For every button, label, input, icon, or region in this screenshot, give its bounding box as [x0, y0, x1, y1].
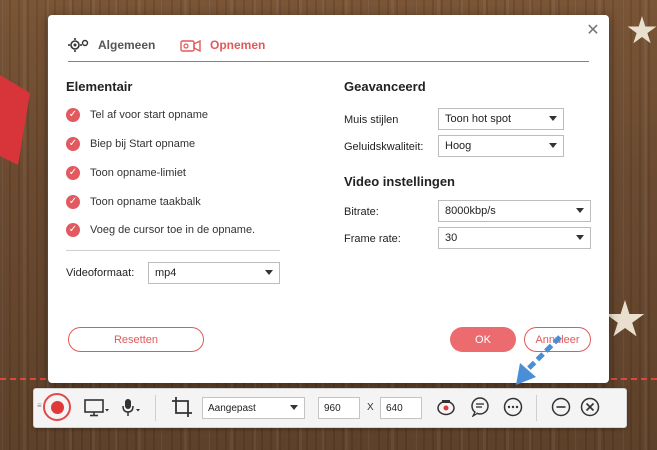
- audio-source-button[interactable]: [120, 398, 142, 423]
- option-beep[interactable]: ✓ Biep bij Start opname: [66, 137, 195, 151]
- option-include-cursor[interactable]: ✓ Voeg de cursor toe in de opname.: [66, 223, 255, 237]
- option-label: Voeg de cursor toe in de opname.: [90, 224, 256, 236]
- checkmark-icon[interactable]: ✓: [66, 223, 80, 237]
- dropdown-arrow-icon: [576, 235, 584, 240]
- divider: [66, 250, 280, 251]
- option-label: Tel af voor start opname: [90, 109, 209, 121]
- video-format-value: mp4: [155, 267, 177, 279]
- sound-quality-label: Geluidskwaliteit:: [344, 141, 424, 153]
- minimize-button[interactable]: [551, 397, 571, 422]
- tab-record-label: Opnemen: [210, 38, 266, 52]
- width-input[interactable]: 960: [318, 397, 360, 419]
- checkmark-icon[interactable]: ✓: [66, 108, 80, 122]
- dropdown-arrow-icon: [549, 116, 557, 121]
- settings-dialog: ✕ Algemeen Opnemen Elementair ✓ Tel af v…: [48, 15, 609, 383]
- bitrate-value: 8000kbp/s: [445, 205, 496, 217]
- tab-general[interactable]: Algemeen: [68, 37, 155, 53]
- size-preset-value: Aangepast: [208, 402, 256, 414]
- close-toolbar-button[interactable]: [580, 397, 600, 422]
- crop-button[interactable]: [171, 396, 193, 423]
- more-options-button[interactable]: [503, 397, 523, 422]
- size-preset-select[interactable]: Aangepast: [202, 397, 305, 419]
- dropdown-arrow-icon: [576, 208, 584, 213]
- crop-icon: [172, 397, 192, 417]
- speech-bubble-icon: [471, 397, 489, 418]
- option-countdown[interactable]: ✓ Tel af voor start opname: [66, 108, 208, 122]
- mouse-style-select[interactable]: Toon hot spot: [438, 108, 564, 130]
- webcam-button[interactable]: [436, 398, 456, 421]
- framerate-value: 30: [445, 232, 458, 244]
- reset-button[interactable]: Resetten: [68, 327, 204, 352]
- tab-record[interactable]: Opnemen: [180, 37, 265, 53]
- option-record-taskbar[interactable]: ✓ Toon opname taakbalk: [66, 195, 201, 209]
- advanced-section-title: Geavanceerd: [344, 79, 426, 94]
- dropdown-arrow-icon: [265, 270, 273, 275]
- record-dot-icon: [50, 400, 64, 414]
- height-input[interactable]: 640: [380, 397, 422, 419]
- mouse-style-value: Toon hot spot: [445, 113, 512, 125]
- framerate-label: Frame rate:: [344, 233, 401, 245]
- checkmark-icon[interactable]: ✓: [66, 166, 80, 180]
- drag-handle-icon[interactable]: ≡: [37, 402, 42, 410]
- microphone-icon: [122, 399, 140, 416]
- basic-section-title: Elementair: [66, 79, 133, 94]
- screen-source-button[interactable]: [84, 399, 110, 422]
- size-separator: X: [367, 402, 374, 413]
- tab-general-label: Algemeen: [98, 38, 156, 52]
- more-icon: [503, 397, 523, 417]
- gears-icon: [68, 38, 89, 52]
- option-label: Toon opname taakbalk: [90, 196, 201, 208]
- record-button[interactable]: [43, 393, 71, 421]
- ok-button[interactable]: OK: [450, 327, 516, 352]
- sound-quality-select[interactable]: Hoog: [438, 135, 564, 157]
- bitrate-label: Bitrate:: [344, 206, 379, 218]
- video-format-label: Videoformaat:: [66, 267, 135, 279]
- dropdown-arrow-icon: [549, 143, 557, 148]
- checkmark-icon[interactable]: ✓: [66, 137, 80, 151]
- option-label: Biep bij Start opname: [90, 138, 196, 150]
- tab-bar: Algemeen Opnemen: [68, 37, 589, 62]
- toolbar-separator: [155, 395, 156, 421]
- mouse-style-label: Muis stijlen: [344, 114, 399, 126]
- framerate-select[interactable]: 30: [438, 227, 591, 249]
- close-circle-icon: [580, 397, 600, 417]
- option-label: Toon opname-limiet: [90, 167, 186, 179]
- annotation-button[interactable]: [470, 397, 490, 422]
- sound-quality-value: Hoog: [445, 140, 472, 152]
- option-record-limit[interactable]: ✓ Toon opname-limiet: [66, 166, 186, 180]
- camera-icon: [180, 39, 201, 53]
- monitor-icon: [84, 399, 109, 417]
- video-settings-title: Video instellingen: [344, 174, 456, 189]
- minimize-icon: [551, 397, 571, 417]
- checkmark-icon[interactable]: ✓: [66, 195, 80, 209]
- toolbar-separator: [536, 395, 537, 421]
- webcam-icon: [437, 400, 455, 416]
- bitrate-select[interactable]: 8000kbp/s: [438, 200, 591, 222]
- dropdown-arrow-icon: [290, 405, 298, 410]
- pointer-arrow-icon: [516, 335, 562, 385]
- video-format-select[interactable]: mp4: [148, 262, 280, 284]
